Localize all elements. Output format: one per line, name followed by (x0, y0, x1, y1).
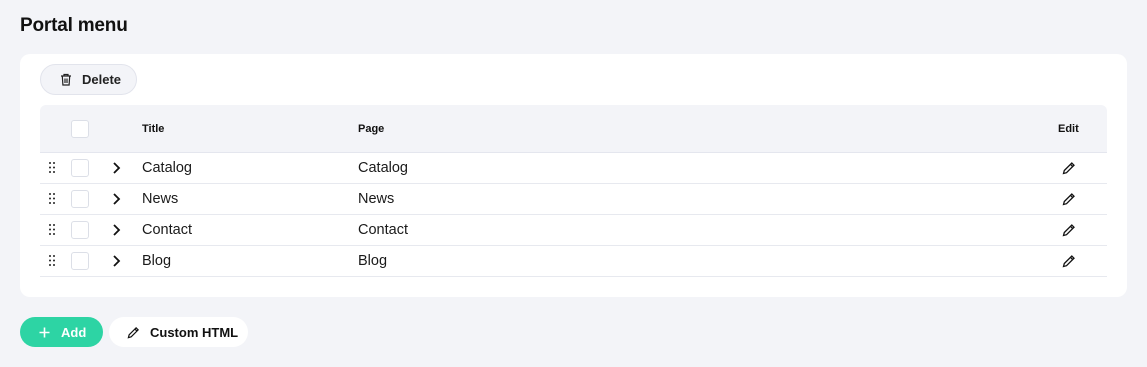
row-page: Blog (358, 253, 388, 269)
pencil-icon[interactable] (1062, 161, 1076, 175)
column-header-title: Title (142, 123, 165, 135)
chevron-right-icon[interactable] (112, 162, 121, 174)
chevron-right-icon[interactable] (112, 255, 121, 267)
table-header: Title Page Edit (40, 105, 1107, 153)
row-title: Contact (142, 222, 192, 238)
row-page: Catalog (358, 160, 408, 176)
row-checkbox[interactable] (71, 190, 89, 208)
pencil-icon[interactable] (1062, 223, 1076, 237)
custom-html-button-label: Custom HTML (150, 324, 239, 340)
table-row: Catalog Catalog (40, 153, 1107, 184)
table-row: Contact Contact (40, 215, 1107, 246)
table-row: News News (40, 184, 1107, 215)
menu-card: Delete Title Page Edit Catalog Catalog N… (20, 54, 1127, 297)
row-title: Catalog (142, 160, 192, 176)
row-title: News (142, 191, 179, 207)
trash-icon (61, 73, 71, 86)
row-checkbox[interactable] (71, 221, 89, 239)
pencil-icon (127, 326, 139, 338)
chevron-right-icon[interactable] (112, 224, 121, 236)
column-header-page: Page (358, 123, 385, 135)
pencil-icon[interactable] (1062, 192, 1076, 206)
row-title: Blog (142, 253, 172, 269)
drag-handle-icon[interactable] (49, 193, 55, 204)
table-row: Blog Blog (40, 246, 1107, 277)
menu-table: Title Page Edit Catalog Catalog News New… (40, 105, 1107, 277)
plus-icon (39, 327, 50, 337)
pencil-icon[interactable] (1062, 254, 1076, 268)
row-page: Contact (358, 222, 408, 238)
page-title: Portal menu (20, 15, 128, 36)
chevron-right-icon[interactable] (112, 193, 121, 205)
drag-handle-icon[interactable] (49, 162, 55, 173)
drag-handle-icon[interactable] (49, 224, 55, 235)
add-button-label: Add (61, 324, 87, 340)
row-checkbox[interactable] (71, 252, 89, 270)
delete-button[interactable]: Delete (40, 64, 137, 95)
select-all-checkbox[interactable] (71, 120, 89, 138)
row-page: News (358, 191, 395, 207)
row-checkbox[interactable] (71, 159, 89, 177)
custom-html-button[interactable]: Custom HTML (109, 317, 248, 347)
drag-handle-icon[interactable] (49, 255, 55, 266)
add-button[interactable]: Add (20, 317, 103, 347)
column-header-edit: Edit (1058, 123, 1079, 135)
delete-button-label: Delete (82, 72, 122, 87)
